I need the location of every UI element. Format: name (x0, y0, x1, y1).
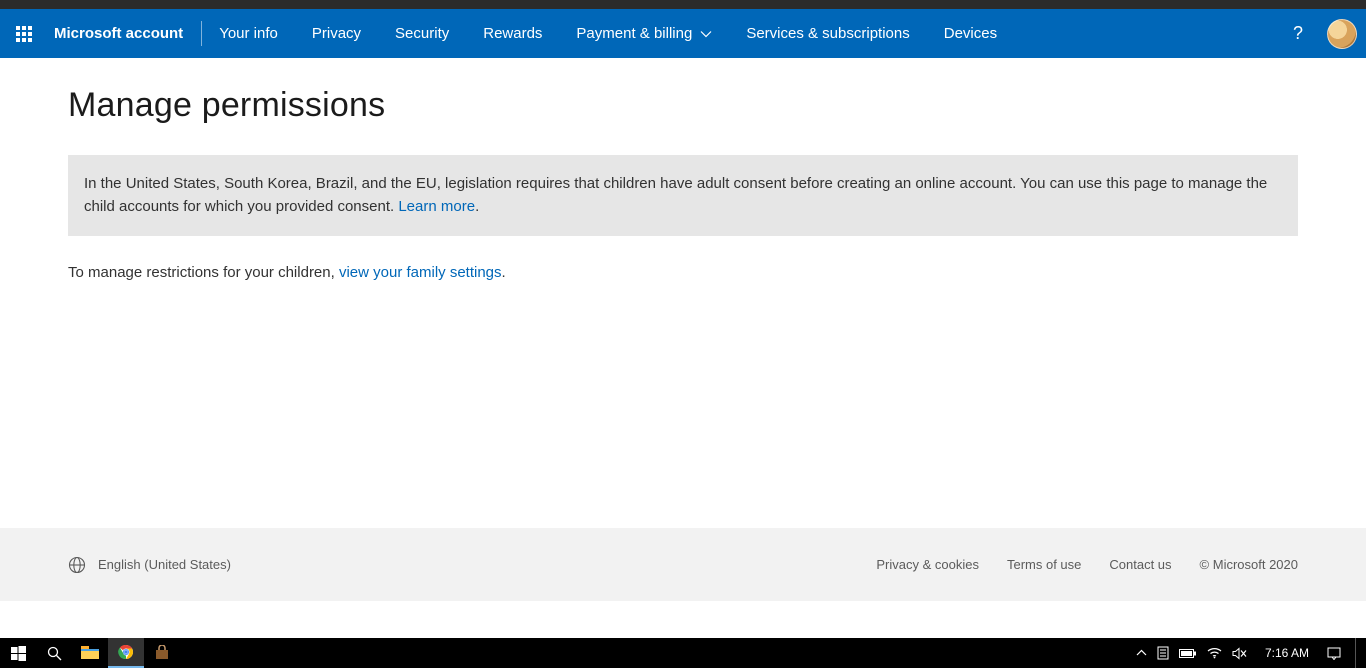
primary-nav: Your info Privacy Security Rewards Payme… (202, 9, 1014, 58)
taskbar-chrome[interactable] (108, 638, 144, 668)
ms-header: Microsoft account Your info Privacy Secu… (0, 9, 1366, 58)
waffle-icon (16, 26, 32, 42)
chevron-down-icon (700, 28, 712, 40)
footer-privacy-link[interactable]: Privacy & cookies (876, 557, 979, 572)
tray-battery[interactable] (1179, 638, 1197, 668)
page-footer: English (United States) Privacy & cookie… (0, 528, 1366, 601)
help-button[interactable]: ? (1278, 9, 1318, 58)
nav-label: Payment & billing (576, 25, 692, 42)
period: . (475, 198, 479, 215)
below-text: To manage restrictions for your children… (68, 264, 339, 281)
search-icon (47, 646, 62, 661)
family-settings-paragraph: To manage restrictions for your children… (68, 264, 1298, 281)
store-icon (154, 645, 170, 661)
brand-label[interactable]: Microsoft account (48, 9, 201, 58)
nav-label: Devices (944, 25, 997, 42)
windows-taskbar: 7:16 AM (0, 638, 1366, 668)
footer-contact-link[interactable]: Contact us (1109, 557, 1171, 572)
taskbar-clock[interactable]: 7:16 AM (1257, 638, 1317, 668)
tray-volume[interactable] (1232, 638, 1247, 668)
family-settings-link[interactable]: view your family settings (339, 264, 502, 281)
taskbar-search-button[interactable] (36, 638, 72, 668)
language-selector[interactable]: English (United States) (98, 557, 231, 572)
folder-icon (81, 646, 99, 660)
nav-devices[interactable]: Devices (927, 9, 1014, 58)
avatar-icon (1327, 19, 1357, 49)
help-icon: ? (1293, 23, 1303, 44)
nav-label: Rewards (483, 25, 542, 42)
nav-label: Security (395, 25, 449, 42)
footer-links: Privacy & cookies Terms of use Contact u… (876, 557, 1298, 572)
nav-label: Services & subscriptions (746, 25, 909, 42)
tray-notifications[interactable] (1327, 638, 1341, 668)
windows-logo-icon (11, 646, 26, 661)
nav-label: Privacy (312, 25, 361, 42)
nav-privacy[interactable]: Privacy (295, 9, 378, 58)
tray-wifi[interactable] (1207, 638, 1222, 668)
nav-your-info[interactable]: Your info (202, 9, 295, 58)
app-launcher-button[interactable] (0, 9, 48, 58)
nav-label: Your info (219, 25, 278, 42)
info-banner: In the United States, South Korea, Brazi… (68, 155, 1298, 236)
chevron-up-icon (1136, 648, 1147, 659)
battery-icon (1179, 648, 1197, 659)
start-button[interactable] (0, 638, 36, 668)
show-desktop-button[interactable] (1355, 638, 1360, 668)
nav-payment-billing[interactable]: Payment & billing (559, 9, 729, 58)
taskbar-store[interactable] (144, 638, 180, 668)
wifi-icon (1207, 647, 1222, 659)
keyboard-lang-icon (1157, 646, 1169, 660)
browser-chrome-strip (0, 0, 1366, 9)
notification-icon (1327, 647, 1341, 660)
tray-input-indicator[interactable] (1157, 638, 1169, 668)
nav-rewards[interactable]: Rewards (466, 9, 559, 58)
system-tray: 7:16 AM (1136, 638, 1366, 668)
volume-muted-icon (1232, 647, 1247, 660)
page: Manage permissions In the United States,… (0, 58, 1366, 281)
chrome-icon (118, 644, 134, 660)
footer-copyright: © Microsoft 2020 (1200, 557, 1298, 572)
period: . (502, 264, 506, 281)
account-avatar-button[interactable] (1318, 9, 1366, 58)
nav-security[interactable]: Security (378, 9, 466, 58)
learn-more-link[interactable]: Learn more (398, 198, 475, 215)
globe-icon (68, 556, 86, 574)
taskbar-file-explorer[interactable] (72, 638, 108, 668)
page-title: Manage permissions (68, 86, 1298, 125)
footer-terms-link[interactable]: Terms of use (1007, 557, 1081, 572)
info-text: In the United States, South Korea, Brazi… (84, 175, 1267, 215)
nav-services-subscriptions[interactable]: Services & subscriptions (729, 9, 926, 58)
content-region: Manage permissions In the United States,… (68, 58, 1298, 281)
tray-overflow-button[interactable] (1136, 638, 1147, 668)
